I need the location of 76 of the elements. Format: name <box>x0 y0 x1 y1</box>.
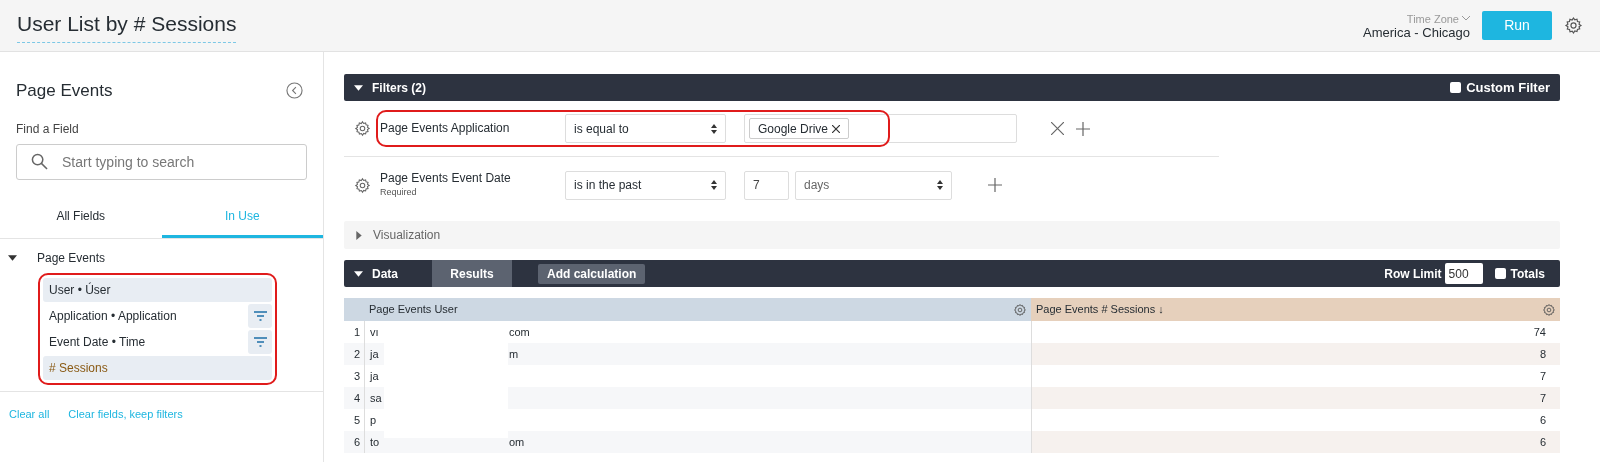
add-icon[interactable] <box>1076 121 1090 136</box>
search-icon <box>31 152 48 170</box>
sidebar-title: Page Events <box>16 80 113 102</box>
operator-select[interactable]: is equal to <box>565 114 726 143</box>
table-cell-text: om <box>509 434 525 450</box>
results-tab[interactable]: Results <box>432 260 512 287</box>
filter-icon[interactable] <box>248 329 272 354</box>
filters-bar[interactable]: Filters (2) Custom Filter <box>344 74 1560 101</box>
gear-icon[interactable] <box>353 176 371 194</box>
settings-icon[interactable] <box>1564 16 1583 35</box>
close-icon[interactable] <box>1051 122 1064 135</box>
checkbox[interactable] <box>1450 82 1462 93</box>
report-title[interactable]: User List by # Sessions <box>17 8 237 43</box>
filters-title: Filters (2) <box>372 79 426 97</box>
updown-arrows-icon <box>937 180 943 190</box>
table-cell: 6 <box>1031 431 1560 453</box>
number-field[interactable]: 7 <box>744 170 789 200</box>
checkbox[interactable] <box>1494 268 1506 279</box>
add-icon[interactable] <box>988 178 1002 192</box>
column-header[interactable]: Page Events # Sessions ↓ <box>1031 298 1560 321</box>
data-title: Data <box>372 265 399 283</box>
gear-icon[interactable] <box>1542 302 1556 317</box>
table-cell-text: ja <box>370 346 379 362</box>
data-bar[interactable]: Data Results Add calculation Row Limit 500 Totals <box>344 260 1560 287</box>
header-corner-cell <box>344 298 364 321</box>
caret-icon[interactable] <box>354 270 363 277</box>
remove-icon[interactable] <box>832 124 841 133</box>
table-cell: 8 <box>1031 343 1560 365</box>
find-field-label: Find a Field <box>15 120 80 138</box>
caret-icon[interactable] <box>354 84 363 91</box>
row-number: 5 <box>352 412 361 428</box>
row-number: 1 <box>352 324 361 340</box>
gear-icon[interactable] <box>353 120 371 137</box>
gear-icon[interactable] <box>1013 302 1027 317</box>
filter-field-label: Page Events Event Date <box>380 171 512 185</box>
time-zone-value[interactable]: America - Chicago <box>1363 25 1470 40</box>
updown-arrows-icon <box>711 180 717 190</box>
field-item[interactable]: # Sessions <box>43 355 272 380</box>
table-cell-text: m <box>509 346 519 362</box>
search-field[interactable]: Start typing to search <box>16 143 307 180</box>
collapse-icon[interactable] <box>286 82 303 100</box>
field-item[interactable]: User • Úser <box>43 277 272 302</box>
field-item[interactable]: Event Date • Time <box>43 329 246 354</box>
table-cell-text: vı <box>370 324 379 340</box>
add-calculation-button[interactable]: Add calculation <box>538 263 646 284</box>
checkbox-label: Totals <box>1510 265 1545 283</box>
table-cell-text: ja <box>370 368 379 384</box>
field-item[interactable]: Application • Application <box>43 303 246 328</box>
table-cell-text: sa <box>370 390 382 406</box>
table-cell-text: com <box>509 324 530 340</box>
view-label[interactable]: Page Events <box>37 248 106 267</box>
row-limit-label: Row Limit <box>1384 265 1442 283</box>
unit-select[interactable]: days <box>795 170 952 200</box>
operator-select[interactable]: is in the past <box>565 170 726 200</box>
table-cell: 7 <box>1031 387 1560 409</box>
chevron-down-icon[interactable] <box>1462 16 1470 21</box>
row-number: 3 <box>352 368 361 384</box>
filter-icon[interactable] <box>248 303 272 328</box>
checkbox-label: Custom Filter <box>1466 78 1550 97</box>
updown-arrows-icon <box>711 123 717 134</box>
row-number: 4 <box>344 387 364 409</box>
required-note: Required <box>380 185 418 199</box>
row-number: 6 <box>344 431 364 453</box>
filter-field-label: Page Events Application <box>380 122 511 135</box>
row-limit-field[interactable]: 500 <box>1444 263 1483 284</box>
visualization-bar[interactable]: Visualization <box>344 221 1560 249</box>
field-tab[interactable]: All Fields <box>0 206 162 238</box>
table-cell-text: to <box>370 434 380 450</box>
column-header[interactable]: Page Events User <box>364 298 1031 321</box>
time-zone-label: Time Zone <box>1406 11 1459 26</box>
table-cell-text: p <box>370 412 377 428</box>
visualization-title: Visualization <box>373 227 441 244</box>
value-field[interactable]: Google Drive <box>744 114 1017 143</box>
row-number: 2 <box>344 343 364 365</box>
caret-icon[interactable] <box>8 254 17 261</box>
value-tag[interactable]: Google Drive <box>749 118 850 139</box>
